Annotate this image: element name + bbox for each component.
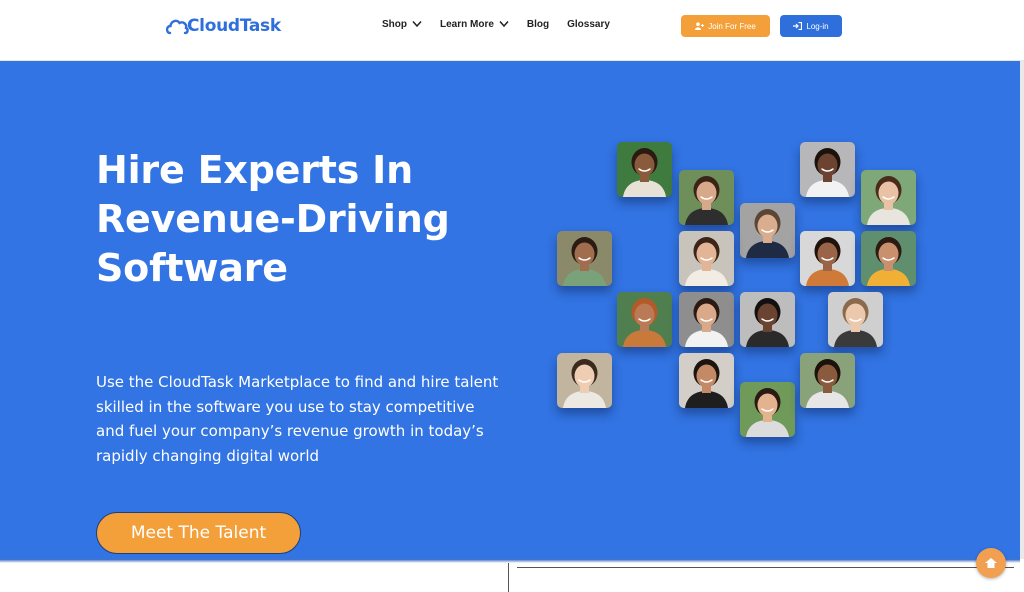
talent-photo <box>861 231 916 286</box>
hero-title: Hire Experts In Revenue-Driving Software <box>96 146 516 293</box>
home-arrow-icon <box>985 558 997 568</box>
nav-item-label: Glossary <box>567 18 610 30</box>
portrait-image <box>557 231 612 286</box>
portrait-image <box>740 382 795 437</box>
hero-title-line: Revenue-Driving <box>96 197 450 241</box>
portrait-image <box>679 170 734 225</box>
join-button-label: Join For Free <box>708 21 756 31</box>
talent-photo <box>828 292 883 347</box>
nav-item-label: Shop <box>382 18 407 30</box>
talent-photo <box>679 170 734 225</box>
cloudtask-logo[interactable]: CloudTask <box>165 10 281 42</box>
nav-item-label: Learn More <box>440 18 494 30</box>
hero-description: Use the CloudTask Marketplace to find an… <box>96 373 499 465</box>
login-button[interactable]: Log-in <box>780 15 842 37</box>
portrait-image <box>617 142 672 197</box>
meet-the-talent-button[interactable]: Meet The Talent <box>96 512 301 554</box>
hero-bottom-shadow <box>0 559 1020 563</box>
site-header: CloudTask Shop Learn More Blog Glossary … <box>0 0 1024 61</box>
cta-label: Meet The Talent <box>130 523 267 543</box>
section-divider <box>508 563 509 592</box>
nav-item-label: Blog <box>526 18 550 30</box>
portrait-image <box>800 353 855 408</box>
portrait-image <box>679 353 734 408</box>
logo-text: CloudTask <box>187 16 281 36</box>
portrait-image <box>679 292 734 347</box>
portrait-image <box>679 231 734 286</box>
portrait-image <box>740 203 795 258</box>
hero-title-line: Hire Experts In <box>96 148 413 192</box>
talent-photo <box>800 231 855 286</box>
talent-photo <box>861 170 916 225</box>
nav-item-learn-more[interactable]: Learn More <box>440 19 509 30</box>
talent-photo <box>617 292 672 347</box>
nav-item-shop[interactable]: Shop <box>382 19 422 30</box>
page-scrollbar[interactable] <box>1020 61 1024 559</box>
talent-photo <box>679 353 734 408</box>
portrait-image <box>617 292 672 347</box>
main-nav: Shop Learn More Blog Glossary <box>382 15 628 33</box>
portrait-image <box>800 142 855 197</box>
hero-title-line: Software <box>96 246 288 290</box>
nav-item-blog[interactable]: Blog <box>527 19 549 30</box>
chevron-down-icon <box>412 21 422 28</box>
talent-photo <box>679 292 734 347</box>
talent-photo <box>679 231 734 286</box>
talent-photo <box>557 353 612 408</box>
portrait-image <box>557 353 612 408</box>
nav-item-glossary[interactable]: Glossary <box>567 19 610 30</box>
talent-photo <box>617 142 672 197</box>
sign-in-icon <box>793 22 803 30</box>
portrait-image <box>861 170 916 225</box>
portrait-image <box>828 292 883 347</box>
portrait-image <box>800 231 855 286</box>
portrait-image <box>861 231 916 286</box>
portrait-image <box>740 292 795 347</box>
talent-photo <box>740 292 795 347</box>
login-button-label: Log-in <box>806 21 829 31</box>
join-for-free-button[interactable]: Join For Free <box>681 15 770 37</box>
section-rule <box>517 567 1014 568</box>
talent-photo <box>557 231 612 286</box>
talent-photo <box>740 203 795 258</box>
chevron-down-icon <box>499 21 509 28</box>
scroll-to-top-button[interactable] <box>976 548 1006 578</box>
talent-photo <box>800 142 855 197</box>
cloud-logo-icon <box>165 19 189 35</box>
talent-photo <box>740 382 795 437</box>
user-plus-icon <box>695 22 705 30</box>
talent-photo <box>800 353 855 408</box>
